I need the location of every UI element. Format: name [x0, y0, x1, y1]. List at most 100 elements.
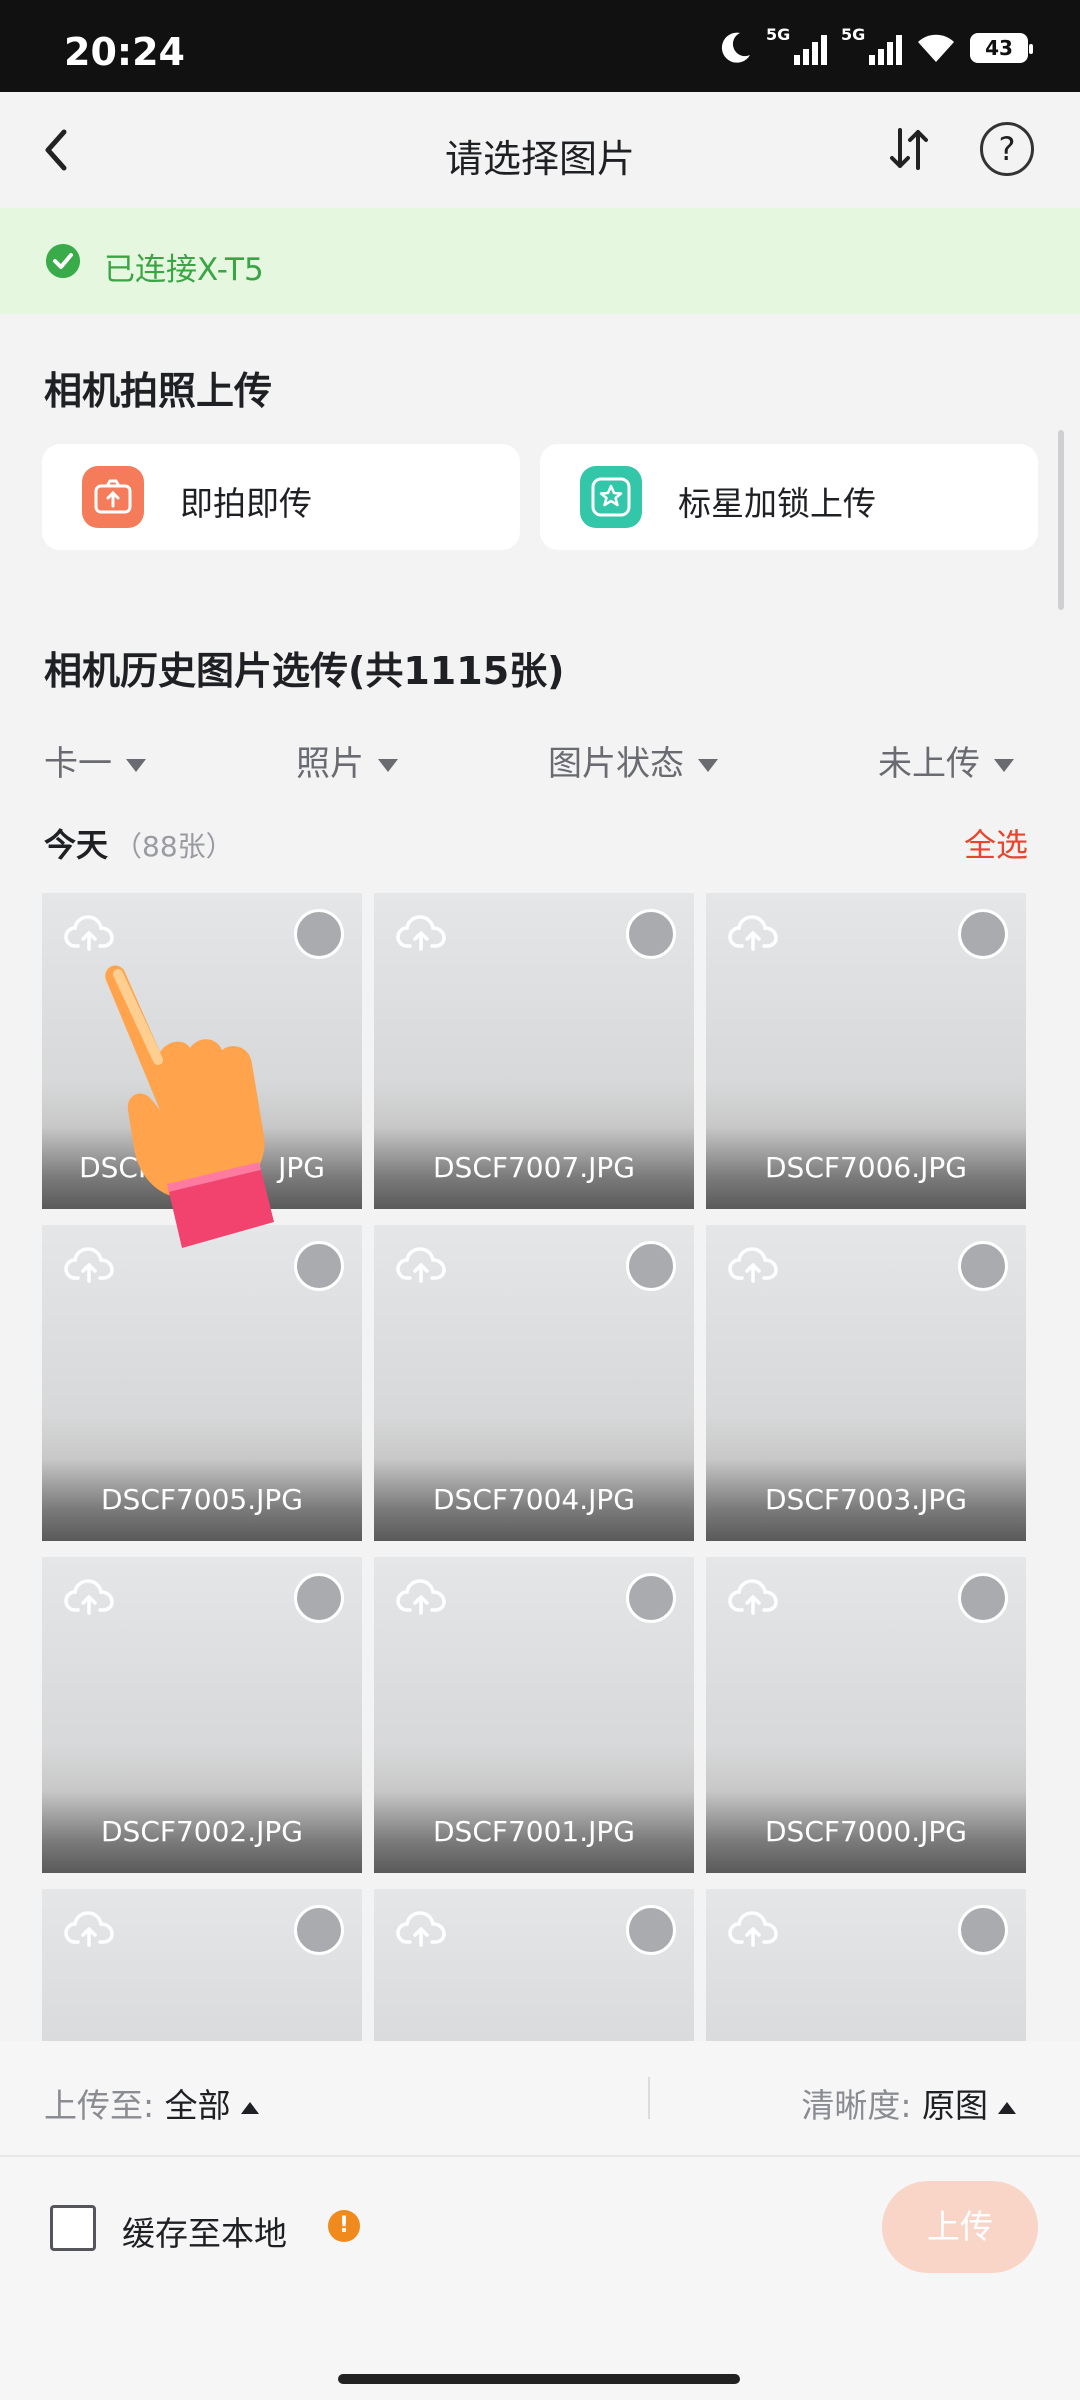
photo-filename: DSCF7000.JPG — [765, 1815, 967, 1848]
select-radio[interactable] — [958, 909, 1008, 959]
photo-filename: DSCF7003.JPG — [765, 1483, 967, 1516]
photo-filename-end: JPG — [278, 1151, 325, 1184]
filter-status[interactable]: 图片状态 — [548, 736, 718, 785]
select-radio[interactable] — [294, 1241, 344, 1291]
photo-grid: DSCF JPG DSCF7007.JPG DSCF7006.JPG DSCF7005.… — [42, 893, 1026, 2041]
photo-tile[interactable]: DSCF7001.JPG — [374, 1557, 694, 1873]
connection-banner: 已连接X-T5 — [0, 208, 1080, 314]
photo-tile[interactable]: DSCF7006.JPG — [706, 893, 1026, 1209]
battery-icon: 43 — [970, 33, 1033, 63]
star-lock-upload-card[interactable]: 标星加锁上传 — [540, 444, 1038, 550]
cloud-upload-icon — [396, 1247, 446, 1283]
upload-options-row: 上传至: 全部 清晰度: 原图 — [0, 2041, 1080, 2157]
cloud-upload-icon — [396, 915, 446, 951]
photo-tile[interactable]: DSCF7004.JPG — [374, 1225, 694, 1541]
day-header: 今天 （88张） 全选 — [44, 820, 1028, 864]
instant-upload-label: 即拍即传 — [180, 484, 312, 523]
battery-level: 43 — [985, 36, 1013, 60]
check-circle-icon — [46, 244, 80, 278]
select-radio[interactable] — [294, 1573, 344, 1623]
home-indicator — [338, 2374, 740, 2384]
photo-tile[interactable]: DSCF7000.JPG — [706, 1557, 1026, 1873]
cloud-upload-icon — [64, 915, 114, 951]
cloud-upload-icon — [396, 1579, 446, 1615]
upload-button[interactable]: 上传 — [882, 2181, 1038, 2273]
help-icon[interactable]: ? — [980, 122, 1034, 176]
photo-filename: DSCF7005.JPG — [101, 1483, 303, 1516]
filter-card[interactable]: 卡一 — [44, 736, 146, 785]
photo-tile[interactable]: DSCF7002.JPG — [42, 1557, 362, 1873]
bottom-panel: 上传至: 全部 清晰度: 原图 缓存至本地 ! 上传 — [0, 2041, 1080, 2400]
network-type-1: 5G — [766, 25, 791, 44]
photo-filename: DSCF JPG — [42, 1151, 362, 1184]
select-radio[interactable] — [958, 1241, 1008, 1291]
status-time: 20:24 — [64, 30, 185, 74]
filter-status-label: 图片状态 — [548, 744, 684, 784]
cloud-upload-icon — [64, 1247, 114, 1283]
day-count: （88张） — [114, 830, 234, 863]
cloud-upload-icon — [64, 1911, 114, 1947]
select-radio[interactable] — [294, 1905, 344, 1955]
cloud-upload-icon — [728, 1579, 778, 1615]
cloud-upload-icon — [728, 1247, 778, 1283]
cache-local-label: 缓存至本地 — [122, 2214, 287, 2253]
filter-bar: 卡一 照片 图片状态 未上传 — [0, 736, 1080, 786]
upload-target-selector[interactable]: 上传至: 全部 — [44, 2079, 259, 2127]
photo-tile[interactable]: DSCF JPG — [42, 893, 362, 1209]
signal-2-icon: 5G — [841, 25, 902, 65]
clarity-selector[interactable]: 清晰度: 原图 — [801, 2079, 1016, 2127]
photo-tile[interactable]: DSCF7007.JPG — [374, 893, 694, 1209]
star-lock-icon — [580, 466, 642, 528]
select-radio[interactable] — [626, 909, 676, 959]
select-radio[interactable] — [626, 1573, 676, 1623]
status-bar: 20:24 5G 5G 43 — [0, 0, 1080, 92]
photo-filename: DSCF7002.JPG — [101, 1815, 303, 1848]
filter-type-label: 照片 — [296, 744, 364, 784]
camera-upload-title: 相机拍照上传 — [44, 369, 273, 413]
day-label: 今天 — [44, 826, 109, 864]
filter-type[interactable]: 照片 — [296, 736, 398, 785]
upload-target-value: 全部 — [164, 2086, 231, 2125]
instant-upload-card[interactable]: 即拍即传 — [42, 444, 520, 550]
caret-down-icon — [126, 759, 146, 772]
network-type-2: 5G — [841, 25, 866, 44]
camera-upload-icon — [82, 466, 144, 528]
warning-icon[interactable]: ! — [328, 2210, 360, 2242]
photo-tile[interactable] — [42, 1889, 362, 2041]
cache-local-checkbox[interactable] — [50, 2205, 96, 2251]
sort-icon[interactable] — [884, 124, 934, 174]
photo-tile[interactable]: DSCF7005.JPG — [42, 1225, 362, 1541]
select-radio[interactable] — [958, 1905, 1008, 1955]
nav-header: 请选择图片 ? — [0, 92, 1080, 208]
cloud-upload-icon — [396, 1911, 446, 1947]
select-all-button[interactable]: 全选 — [964, 820, 1028, 866]
photo-filename: DSCF7006.JPG — [765, 1151, 967, 1184]
filter-card-label: 卡一 — [44, 744, 112, 784]
status-icons: 5G 5G 43 — [720, 25, 1033, 68]
select-radio[interactable] — [294, 909, 344, 959]
signal-1-icon: 5G — [766, 25, 827, 65]
caret-down-icon — [994, 759, 1014, 772]
photo-filename: DSCF7007.JPG — [433, 1151, 635, 1184]
caret-up-icon — [240, 2101, 259, 2114]
photo-tile[interactable]: DSCF7003.JPG — [706, 1225, 1026, 1541]
wifi-icon — [918, 34, 954, 62]
scrollbar[interactable] — [1058, 430, 1064, 610]
cloud-upload-icon — [728, 1911, 778, 1947]
moon-icon — [721, 32, 750, 63]
filter-upload-state[interactable]: 未上传 — [878, 736, 1014, 785]
star-lock-upload-label: 标星加锁上传 — [678, 484, 876, 523]
clarity-label: 清晰度: — [801, 2086, 912, 2125]
photo-tile[interactable] — [706, 1889, 1026, 2041]
cloud-upload-icon — [728, 915, 778, 951]
photo-filename: DSCF7001.JPG — [433, 1815, 635, 1848]
connection-status-text: 已连接X-T5 — [104, 252, 264, 288]
caret-down-icon — [378, 759, 398, 772]
cloud-upload-icon — [64, 1579, 114, 1615]
photo-tile[interactable] — [374, 1889, 694, 2041]
select-radio[interactable] — [958, 1573, 1008, 1623]
caret-up-icon — [998, 2101, 1016, 2114]
select-radio[interactable] — [626, 1905, 676, 1955]
select-radio[interactable] — [626, 1241, 676, 1291]
filter-upload-state-label: 未上传 — [878, 744, 980, 784]
